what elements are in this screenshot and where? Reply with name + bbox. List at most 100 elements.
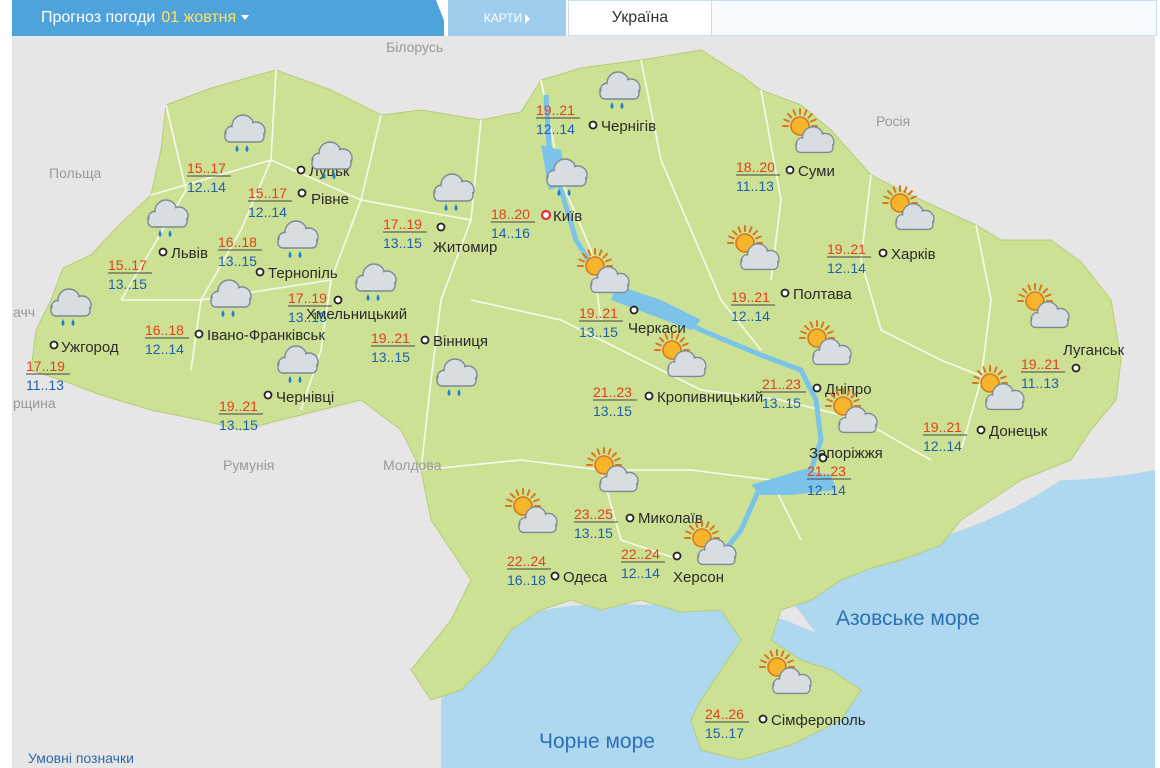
night-temperature: 13..15: [762, 395, 801, 411]
city-name: Рівне: [311, 191, 349, 208]
day-temperature: 21..23: [762, 376, 801, 392]
day-temperature: 18..20: [491, 206, 530, 222]
night-temperature: 11..13: [736, 178, 774, 194]
city-name: Луганськ: [1063, 342, 1125, 359]
day-temperature: 21..23: [807, 463, 846, 479]
label-hungary-part: рщина: [13, 395, 56, 411]
city-marker: [672, 551, 682, 561]
city-marker: [780, 288, 790, 298]
day-temperature: 19..21: [536, 102, 575, 118]
day-temperature: 21..23: [593, 384, 632, 400]
day-temperature: 19..21: [923, 419, 962, 435]
weather-map: Білорусь Росія Польща Румунія Молдова ач…: [12, 36, 1155, 768]
city-name: Тернопіль: [268, 265, 338, 282]
city-name: Житомир: [433, 239, 497, 256]
day-temperature: 17..19: [383, 216, 422, 232]
region-tab[interactable]: Україна: [568, 0, 712, 36]
night-temperature: 14..16: [491, 225, 530, 241]
city-name: Харків: [891, 246, 936, 263]
city-name: Київ: [553, 208, 582, 225]
top-navigation: Прогноз погоди 01 жовтня КАРТИ Україна: [0, 0, 1160, 36]
night-temperature: 13..15: [218, 253, 257, 269]
city-marker: [785, 165, 795, 175]
city-marker: [436, 222, 446, 232]
city-name: Вінниця: [433, 333, 488, 350]
day-temperature: 23..25: [574, 506, 613, 522]
city-name: Суми: [798, 163, 835, 180]
forecast-tab[interactable]: Прогноз погоди 01 жовтня: [12, 0, 444, 36]
label-belarus: Білорусь: [386, 39, 443, 55]
day-temperature: 16..18: [145, 322, 184, 338]
city-name: Кропивницький: [657, 389, 763, 406]
label-black-sea: Чорне море: [539, 730, 655, 753]
city-name: Сімферополь: [771, 712, 866, 729]
day-temperature: 17..19: [288, 290, 327, 306]
night-temperature: 13..15: [288, 309, 327, 325]
day-temperature: 15..17: [108, 257, 147, 273]
day-temperature: 19..21: [219, 398, 258, 414]
city-name: Львів: [171, 245, 208, 262]
city-marker: [297, 188, 307, 198]
city-marker: [644, 391, 654, 401]
city-marker: [158, 247, 168, 257]
city-name: Херсон: [673, 569, 724, 586]
date-selector[interactable]: 01 жовтня: [161, 9, 236, 26]
label-moldova: Молдова: [383, 457, 442, 473]
maps-tab-label: КАРТИ: [483, 11, 523, 25]
label-romania: Румунія: [223, 457, 274, 473]
day-temperature: 17..19: [26, 358, 65, 374]
day-temperature: 24..26: [705, 706, 744, 722]
city-marker: [550, 571, 560, 581]
night-temperature: 12..14: [536, 121, 575, 137]
label-poland: Польща: [49, 165, 102, 181]
city-marker: [588, 120, 598, 130]
city-name: Одеса: [563, 569, 608, 586]
night-temperature: 13..15: [383, 235, 422, 251]
city-marker: [333, 295, 343, 305]
city-marker: [758, 714, 768, 724]
city-name: Миколаїв: [638, 510, 703, 527]
day-temperature: 18..20: [736, 159, 775, 175]
night-temperature: 13..15: [579, 324, 618, 340]
night-temperature: 13..15: [574, 525, 613, 541]
city-name: Івано-Франківськ: [207, 327, 325, 344]
city-name: Чернігів: [601, 118, 656, 135]
forecast-title: Прогноз погоди: [41, 9, 156, 26]
day-temperature: 16..18: [218, 234, 257, 250]
city-marker: [976, 425, 986, 435]
night-temperature: 12..14: [807, 482, 846, 498]
city-marker: [194, 329, 204, 339]
tab-bar-filler: [712, 0, 1157, 36]
chevron-right-icon: [525, 13, 531, 24]
legend-link[interactable]: Умовні позначки: [28, 750, 134, 766]
night-temperature: 13..15: [371, 349, 410, 365]
city-name: Ужгород: [61, 339, 119, 356]
city-marker: [420, 335, 430, 345]
city-name: Чернівці: [276, 389, 334, 406]
night-temperature: 12..14: [923, 438, 962, 454]
day-temperature: 19..21: [731, 289, 770, 305]
city-name: Полтава: [793, 286, 852, 303]
day-temperature: 19..21: [827, 241, 866, 257]
day-temperature: 19..21: [371, 330, 410, 346]
city-marker: [629, 305, 639, 315]
night-temperature: 15..17: [705, 725, 744, 741]
night-temperature: 11..13: [26, 377, 64, 393]
city-marker: [1071, 363, 1081, 373]
capital-marker: [540, 209, 552, 221]
maps-tab[interactable]: КАРТИ: [448, 0, 566, 36]
city-marker: [49, 340, 59, 350]
night-temperature: 12..14: [621, 565, 660, 581]
night-temperature: 16..18: [507, 572, 546, 588]
chevron-down-icon[interactable]: [241, 15, 250, 21]
night-temperature: 12..14: [248, 204, 287, 220]
city-marker: [255, 267, 265, 277]
city-marker: [263, 390, 273, 400]
night-temperature: 13..15: [108, 276, 147, 292]
label-russia: Росія: [876, 113, 910, 129]
city-marker: [296, 165, 306, 175]
day-temperature: 19..21: [579, 305, 618, 321]
label-azov-sea: Азовське море: [836, 607, 980, 630]
city-marker: [878, 248, 888, 258]
night-temperature: 12..14: [827, 260, 866, 276]
